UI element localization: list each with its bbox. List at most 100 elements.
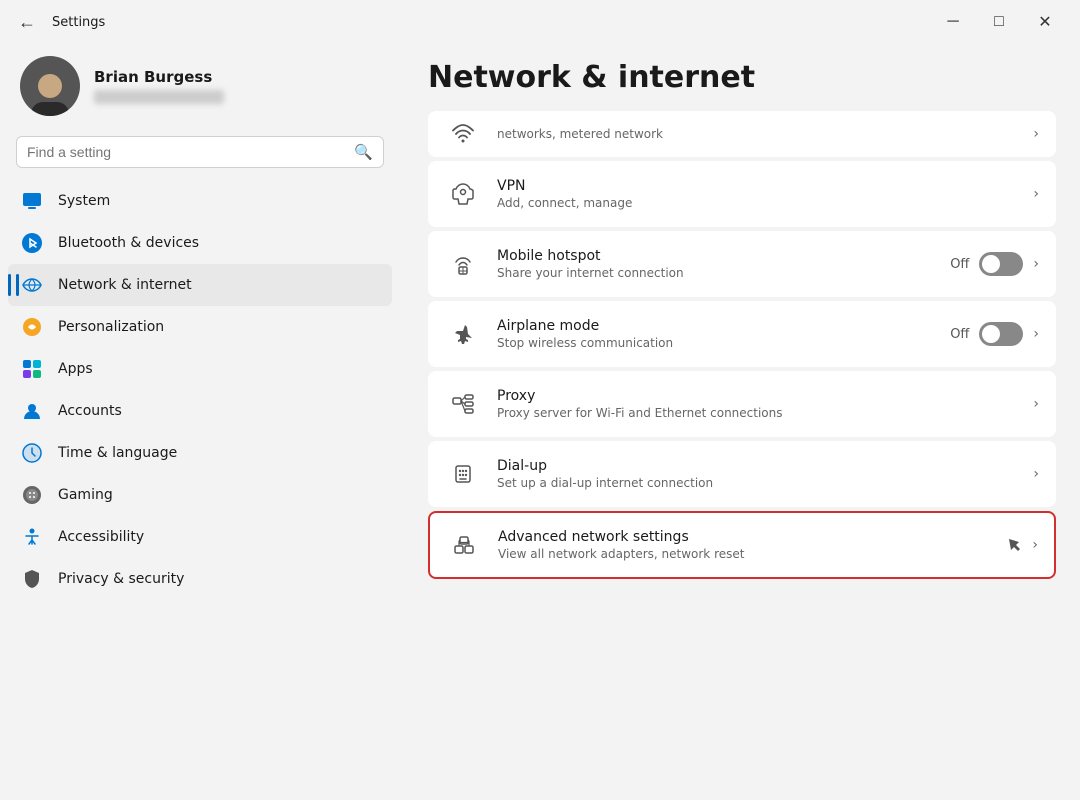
settings-item-proxy-title: Proxy bbox=[497, 388, 1017, 404]
accessibility-icon bbox=[20, 525, 44, 549]
minimize-button[interactable]: ─ bbox=[930, 6, 976, 38]
search-box[interactable]: 🔍 bbox=[16, 136, 384, 168]
settings-item-advanced-network[interactable]: Advanced network settings View all netwo… bbox=[428, 511, 1056, 579]
avatar-body bbox=[31, 102, 69, 116]
settings-item-wifi-right: › bbox=[1033, 126, 1039, 142]
settings-item-airplane-text: Airplane mode Stop wireless communicatio… bbox=[497, 318, 934, 350]
sidebar-item-bluetooth-label: Bluetooth & devices bbox=[58, 235, 199, 251]
advanced-network-icon bbox=[446, 527, 482, 563]
sidebar-item-personalization[interactable]: Personalization bbox=[8, 306, 392, 348]
settings-item-proxy[interactable]: Proxy Proxy server for Wi-Fi and Etherne… bbox=[428, 371, 1056, 437]
settings-item-hotspot[interactable]: Mobile hotspot Share your internet conne… bbox=[428, 231, 1056, 297]
titlebar-left: ← Settings bbox=[12, 10, 105, 35]
settings-item-dialup-title: Dial-up bbox=[497, 458, 1017, 474]
hotspot-icon bbox=[445, 246, 481, 282]
settings-item-dialup-desc: Set up a dial-up internet connection bbox=[497, 476, 1017, 490]
user-name: Brian Burgess bbox=[94, 68, 224, 86]
settings-item-hotspot-text: Mobile hotspot Share your internet conne… bbox=[497, 248, 934, 280]
sidebar-item-gaming[interactable]: Gaming bbox=[8, 474, 392, 516]
app-body: Brian Burgess 🔍 System bbox=[0, 40, 1080, 800]
airplane-toggle[interactable] bbox=[979, 322, 1023, 346]
settings-item-vpn-desc: Add, connect, manage bbox=[497, 196, 1017, 210]
settings-item-advanced-network-right: › bbox=[1006, 537, 1038, 553]
airplane-icon bbox=[445, 316, 481, 352]
settings-item-airplane-right[interactable]: Off › bbox=[950, 322, 1039, 346]
hotspot-toggle[interactable] bbox=[979, 252, 1023, 276]
user-info: Brian Burgess bbox=[94, 68, 224, 104]
titlebar-controls: ─ □ ✕ bbox=[930, 6, 1068, 38]
back-button[interactable]: ← bbox=[12, 10, 42, 35]
nav-list: System Bluetooth & devices bbox=[0, 180, 400, 600]
vpn-icon bbox=[445, 176, 481, 212]
sidebar-item-bluetooth[interactable]: Bluetooth & devices bbox=[8, 222, 392, 264]
airplane-toggle-label: Off bbox=[950, 327, 969, 342]
chevron-icon-airplane: › bbox=[1033, 326, 1039, 342]
settings-item-wifi-partial[interactable]: networks, metered network › bbox=[428, 111, 1056, 157]
bluetooth-icon bbox=[20, 231, 44, 255]
close-button[interactable]: ✕ bbox=[1022, 6, 1068, 38]
cursor-icon bbox=[1006, 537, 1022, 553]
sidebar-item-time-label: Time & language bbox=[58, 445, 177, 461]
sidebar-item-personalization-label: Personalization bbox=[58, 319, 164, 335]
settings-item-hotspot-title: Mobile hotspot bbox=[497, 248, 934, 264]
avatar-head bbox=[38, 74, 62, 98]
settings-item-wifi-text: networks, metered network bbox=[497, 127, 1017, 141]
settings-item-airplane[interactable]: Airplane mode Stop wireless communicatio… bbox=[428, 301, 1056, 367]
settings-item-airplane-title: Airplane mode bbox=[497, 318, 934, 334]
sidebar-item-accounts-label: Accounts bbox=[58, 403, 122, 419]
sidebar-item-system-label: System bbox=[58, 193, 110, 209]
settings-item-vpn-text: VPN Add, connect, manage bbox=[497, 178, 1017, 210]
sidebar-item-time[interactable]: Time & language bbox=[8, 432, 392, 474]
titlebar: ← Settings ─ □ ✕ bbox=[0, 0, 1080, 40]
settings-item-vpn[interactable]: VPN Add, connect, manage › bbox=[428, 161, 1056, 227]
user-section: Brian Burgess bbox=[0, 40, 400, 132]
dialup-icon bbox=[445, 456, 481, 492]
user-email bbox=[94, 90, 224, 104]
network-icon bbox=[20, 273, 44, 297]
chevron-icon-hotspot: › bbox=[1033, 256, 1039, 272]
titlebar-title: Settings bbox=[52, 15, 105, 30]
gaming-icon bbox=[20, 483, 44, 507]
settings-item-proxy-text: Proxy Proxy server for Wi-Fi and Etherne… bbox=[497, 388, 1017, 420]
chevron-icon-dialup: › bbox=[1033, 466, 1039, 482]
settings-item-advanced-network-desc: View all network adapters, network reset bbox=[498, 547, 990, 561]
search-icon: 🔍 bbox=[354, 143, 373, 161]
time-icon bbox=[20, 441, 44, 465]
sidebar-item-gaming-label: Gaming bbox=[58, 487, 113, 503]
settings-item-dialup-text: Dial-up Set up a dial-up internet connec… bbox=[497, 458, 1017, 490]
settings-item-wifi-desc: networks, metered network bbox=[497, 127, 1017, 141]
maximize-button[interactable]: □ bbox=[976, 6, 1022, 38]
chevron-icon-proxy: › bbox=[1033, 396, 1039, 412]
avatar-person bbox=[28, 66, 72, 116]
accounts-icon bbox=[20, 399, 44, 423]
page-title: Network & internet bbox=[428, 40, 1056, 111]
content-area: Network & internet networks, metered net… bbox=[404, 40, 1080, 800]
settings-item-vpn-right: › bbox=[1033, 186, 1039, 202]
hotspot-toggle-label: Off bbox=[950, 257, 969, 272]
settings-item-hotspot-desc: Share your internet connection bbox=[497, 266, 934, 280]
settings-item-proxy-desc: Proxy server for Wi-Fi and Ethernet conn… bbox=[497, 406, 1017, 420]
sidebar-item-apps[interactable]: Apps bbox=[8, 348, 392, 390]
chevron-icon-advanced-network: › bbox=[1032, 537, 1038, 553]
settings-item-hotspot-right[interactable]: Off › bbox=[950, 252, 1039, 276]
chevron-icon-wifi: › bbox=[1033, 126, 1039, 142]
settings-item-dialup-right: › bbox=[1033, 466, 1039, 482]
active-indicator bbox=[8, 274, 11, 296]
sidebar-item-network[interactable]: Network & internet bbox=[8, 264, 392, 306]
sidebar-item-privacy[interactable]: Privacy & security bbox=[8, 558, 392, 600]
sidebar-item-apps-label: Apps bbox=[58, 361, 93, 377]
apps-icon bbox=[20, 357, 44, 381]
sidebar-item-accessibility[interactable]: Accessibility bbox=[8, 516, 392, 558]
settings-item-dialup[interactable]: Dial-up Set up a dial-up internet connec… bbox=[428, 441, 1056, 507]
wifi-icon bbox=[445, 116, 481, 152]
settings-item-airplane-desc: Stop wireless communication bbox=[497, 336, 934, 350]
sidebar-item-system[interactable]: System bbox=[8, 180, 392, 222]
sidebar-item-accounts[interactable]: Accounts bbox=[8, 390, 392, 432]
search-input[interactable] bbox=[27, 144, 346, 160]
system-icon bbox=[20, 189, 44, 213]
sidebar-item-privacy-label: Privacy & security bbox=[58, 571, 184, 587]
avatar bbox=[20, 56, 80, 116]
sidebar-item-network-label: Network & internet bbox=[58, 277, 192, 293]
personalization-icon bbox=[20, 315, 44, 339]
settings-item-vpn-title: VPN bbox=[497, 178, 1017, 194]
